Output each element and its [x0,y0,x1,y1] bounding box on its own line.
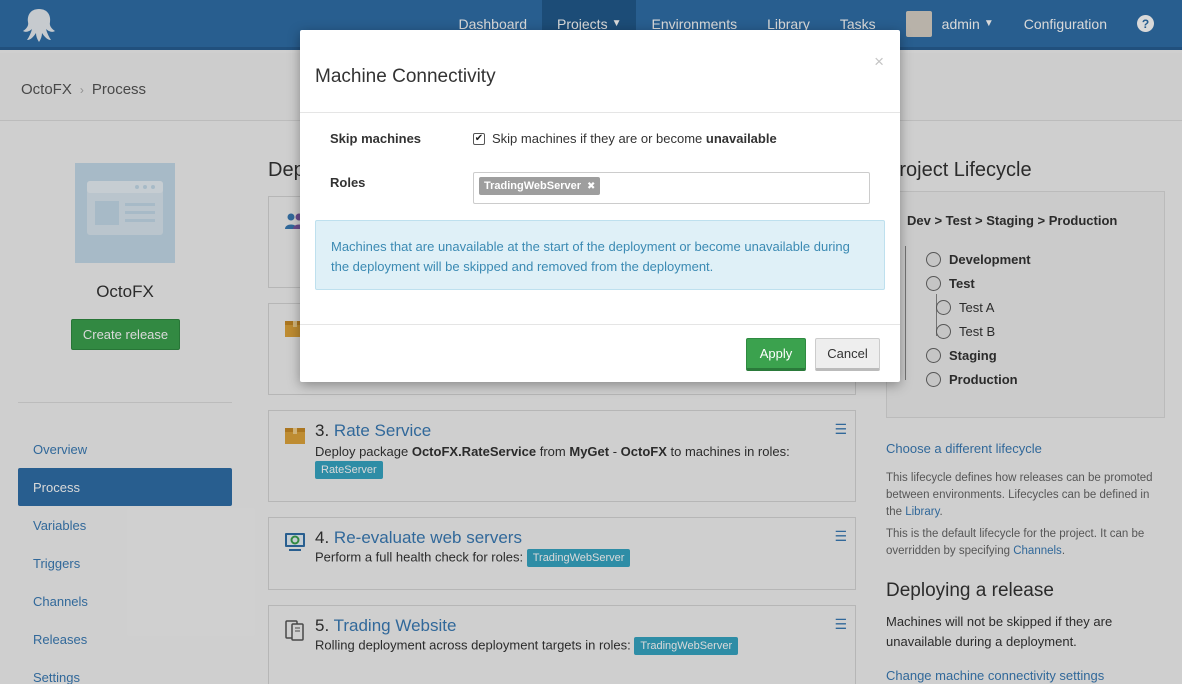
role-chip: TradingWebServer ✖ [479,177,601,195]
close-icon[interactable]: × [874,52,884,72]
roles-label: Roles [330,175,366,190]
apply-button[interactable]: Apply [746,338,806,371]
remove-icon[interactable]: ✖ [587,181,595,192]
modal-footer: Apply Cancel [300,324,900,382]
machine-connectivity-dialog: Machine Connectivity × Skip machines ✔ S… [300,30,900,382]
skip-machines-label: Skip machines [330,131,422,146]
roles-input[interactable]: TradingWebServer ✖ [473,172,870,204]
skip-text: Skip machines if they are or become [492,131,706,146]
cancel-button[interactable]: Cancel [815,338,880,371]
modal-title: Machine Connectivity [315,66,496,87]
skip-text-bold: unavailable [705,131,777,146]
skip-machines-field: ✔ Skip machines if they are or become un… [473,131,777,146]
role-chip-label: TradingWebServer [484,180,581,192]
modal-header: Machine Connectivity × [300,30,900,113]
skip-machines-text: Skip machines if they are or become unav… [492,131,777,146]
skip-machines-checkbox[interactable]: ✔ [473,132,485,145]
info-callout: Machines that are unavailable at the sta… [315,220,885,290]
